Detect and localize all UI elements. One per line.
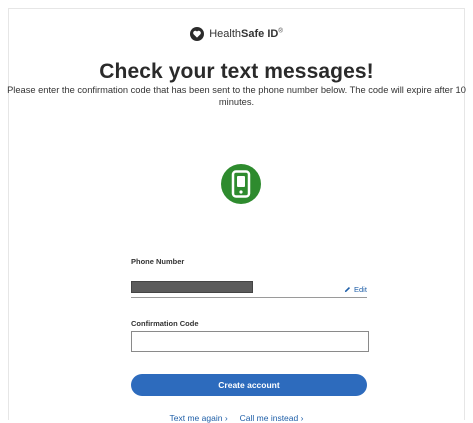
text-me-again-link[interactable]: Text me again › xyxy=(170,413,228,423)
pencil-icon xyxy=(344,286,351,293)
create-account-button[interactable]: Create account xyxy=(131,374,367,396)
page-description: Please enter the confirmation code that … xyxy=(7,85,466,107)
resend-options: Text me again › Call me instead › xyxy=(0,413,473,423)
edit-label: Edit xyxy=(354,285,367,294)
confirmation-code-input[interactable] xyxy=(131,331,369,352)
heart-shield-icon xyxy=(190,27,205,41)
phone-number-label: Phone Number xyxy=(131,257,185,266)
smartphone-icon xyxy=(221,164,261,204)
edit-phone-link[interactable]: Edit xyxy=(344,285,367,294)
call-me-instead-link[interactable]: Call me instead › xyxy=(240,413,304,423)
brand-name: HealthSafe ID® xyxy=(209,28,283,40)
phone-number-divider xyxy=(131,297,367,298)
phone-number-value-redacted xyxy=(131,281,253,293)
page-title: Check your text messages! xyxy=(99,60,374,83)
confirmation-code-label: Confirmation Code xyxy=(131,319,199,328)
brand-logo: HealthSafe ID® xyxy=(0,27,473,41)
